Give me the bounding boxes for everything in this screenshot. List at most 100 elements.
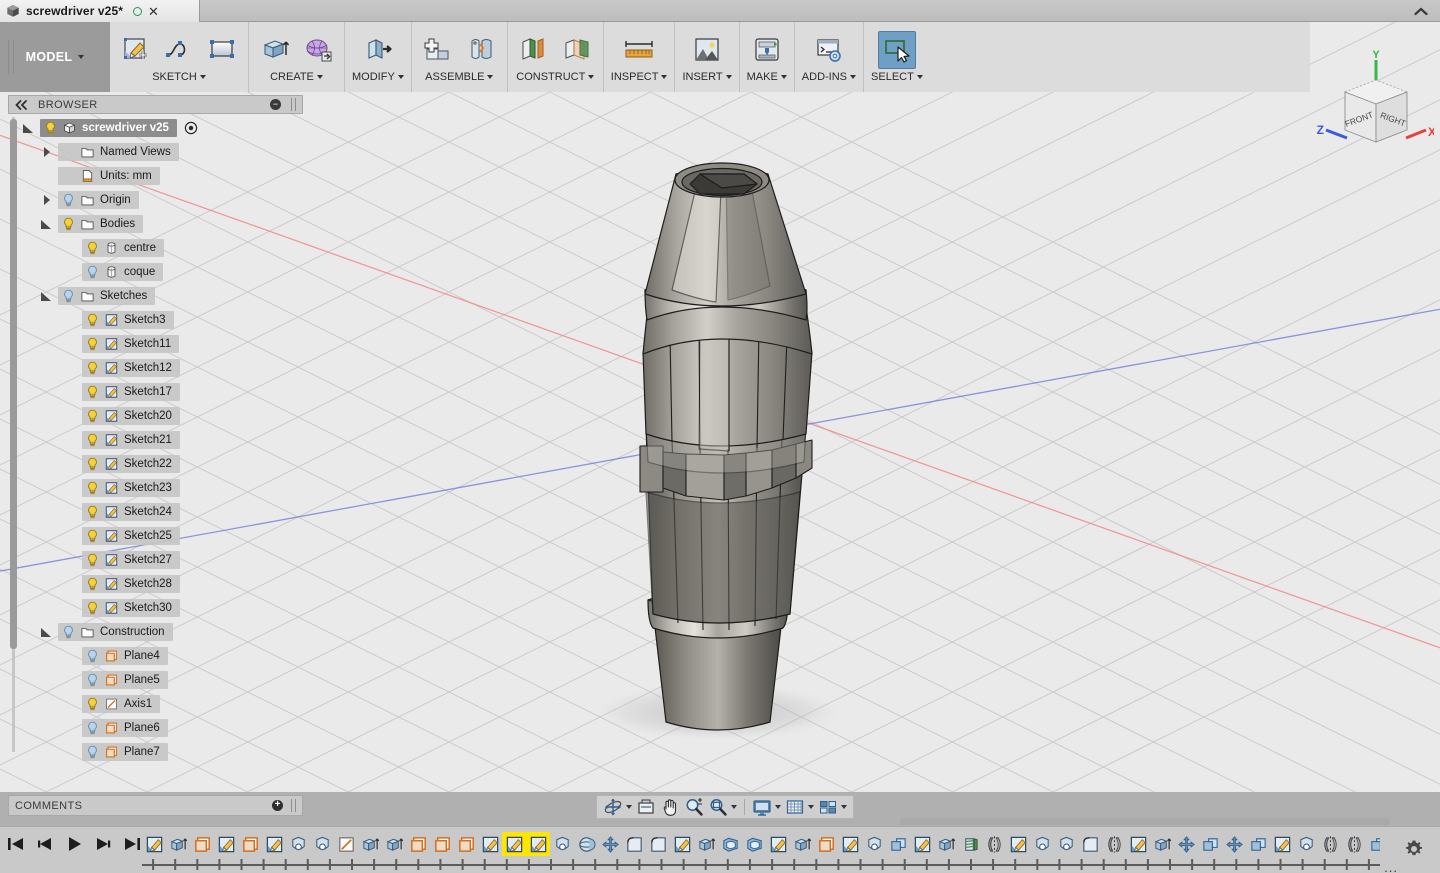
tree-node-sketch28[interactable]: Sketch28 — [64, 572, 303, 596]
tree-node-chip[interactable]: Axis1 — [82, 695, 161, 713]
lightbulb-on-icon[interactable] — [86, 385, 99, 400]
create-sketch-icon[interactable] — [117, 31, 155, 69]
tree-node-centre[interactable]: centre — [64, 236, 303, 260]
timeline-feature-40[interactable] — [1102, 832, 1126, 856]
tree-node-sketch30[interactable]: Sketch30 — [64, 596, 303, 620]
tree-node-coque[interactable]: coque — [64, 260, 303, 284]
fit-icon[interactable] — [706, 796, 739, 818]
timeline-feature-23[interactable] — [694, 832, 718, 856]
tree-node-named-views[interactable]: Named Views — [40, 140, 303, 164]
ribbon-panel-label[interactable]: SKETCH — [152, 71, 206, 83]
timeline-feature-0[interactable] — [142, 832, 166, 856]
tree-node-chip[interactable]: centre — [82, 239, 164, 257]
display-settings-icon[interactable] — [750, 796, 783, 818]
gear-icon[interactable] — [1404, 839, 1424, 864]
grid-snaps-icon[interactable] — [783, 796, 816, 818]
step-forward-icon[interactable] — [93, 835, 113, 853]
plane-at-angle-icon[interactable] — [558, 31, 596, 69]
insert-image-icon[interactable] — [688, 31, 726, 69]
timeline-feature-8[interactable] — [334, 832, 358, 856]
lightbulb-on-icon[interactable] — [86, 313, 99, 328]
lightbulb-off-icon[interactable] — [86, 721, 99, 736]
timeline-feature-41[interactable] — [1126, 832, 1150, 856]
go-to-end-icon[interactable] — [122, 835, 142, 853]
document-tab[interactable]: screwdriver v25* ✕ — [0, 0, 200, 22]
close-icon[interactable]: ✕ — [148, 5, 159, 18]
tree-node-chip[interactable]: Sketch21 — [82, 431, 180, 449]
lightbulb-on-icon[interactable] — [86, 241, 99, 256]
timeline-feature-49[interactable] — [1318, 832, 1342, 856]
timeline-feature-31[interactable] — [886, 832, 910, 856]
timeline-feature-48[interactable] — [1294, 832, 1318, 856]
joint-icon[interactable] — [462, 31, 500, 69]
timeline-feature-2[interactable] — [190, 832, 214, 856]
timeline-feature-22[interactable] — [670, 832, 694, 856]
tree-node-bodies[interactable]: Bodies — [40, 212, 303, 236]
twisty-collapsed-icon[interactable] — [40, 145, 54, 159]
tree-node-screwdriver-v25[interactable]: screwdriver v25 — [22, 116, 303, 140]
lightbulb-on-icon[interactable] — [62, 217, 75, 232]
tree-node-sketch20[interactable]: Sketch20 — [64, 404, 303, 428]
minus-circle-icon[interactable]: − — [270, 99, 281, 110]
tree-node-chip[interactable]: Units: mm — [58, 167, 160, 185]
viewport-horizontal-scrollbar[interactable] — [900, 818, 1390, 825]
timeline-feature-13[interactable] — [454, 832, 478, 856]
comments-resize-grip[interactable] — [291, 799, 296, 812]
go-to-beginning-icon[interactable] — [6, 835, 26, 853]
lightbulb-on-icon[interactable] — [86, 409, 99, 424]
timeline-feature-47[interactable] — [1270, 832, 1294, 856]
timeline-feature-25[interactable] — [742, 832, 766, 856]
view-cube[interactable]: Y Z X FRONT RIGHT — [1314, 46, 1436, 166]
browser-resize-grip[interactable] — [291, 98, 296, 111]
tree-node-chip[interactable]: Sketch17 — [82, 383, 180, 401]
timeline-feature-33[interactable] — [934, 832, 958, 856]
lightbulb-on-icon[interactable] — [86, 553, 99, 568]
timeline-feature-4[interactable] — [238, 832, 262, 856]
ribbon-panel-label[interactable]: INSPECT — [611, 71, 668, 83]
tree-node-sketch23[interactable]: Sketch23 — [64, 476, 303, 500]
tree-node-chip[interactable]: Sketch23 — [82, 479, 180, 497]
tree-node-chip[interactable]: Sketch30 — [82, 599, 180, 617]
timeline-feature-14[interactable] — [478, 832, 502, 856]
timeline-feature-21[interactable] — [646, 832, 670, 856]
lightbulb-on-icon[interactable] — [86, 457, 99, 472]
timeline-feature-18[interactable] — [574, 832, 598, 856]
timeline-feature-15[interactable] — [502, 832, 526, 856]
measure-icon[interactable] — [620, 31, 658, 69]
timeline-feature-32[interactable] — [910, 832, 934, 856]
timeline-feature-29[interactable] — [838, 832, 862, 856]
lightbulb-on-icon[interactable] — [86, 433, 99, 448]
timeline-feature-5[interactable] — [262, 832, 286, 856]
3d-print-icon[interactable] — [748, 31, 786, 69]
timeline-feature-11[interactable] — [406, 832, 430, 856]
timeline-feature-39[interactable] — [1078, 832, 1102, 856]
step-back-icon[interactable] — [35, 835, 55, 853]
twisty-expanded-icon[interactable] — [22, 121, 36, 135]
orbit-icon[interactable] — [601, 796, 634, 818]
tree-node-chip[interactable]: Plane6 — [82, 719, 168, 737]
ribbon-panel-label[interactable]: SELECT — [871, 71, 923, 83]
timeline-feature-1[interactable] — [166, 832, 190, 856]
tree-node-chip[interactable]: Construction — [58, 623, 173, 641]
lightbulb-off-icon[interactable] — [62, 625, 75, 640]
extrude-icon[interactable] — [256, 31, 294, 69]
offset-plane-icon[interactable] — [515, 31, 553, 69]
tree-node-plane5[interactable]: Plane5 — [64, 668, 303, 692]
lightbulb-on-icon[interactable] — [86, 601, 99, 616]
lightbulb-off-icon[interactable] — [62, 193, 75, 208]
tree-node-chip[interactable]: Sketches — [58, 287, 156, 305]
lightbulb-on-icon[interactable] — [86, 529, 99, 544]
tree-node-sketch11[interactable]: Sketch11 — [64, 332, 303, 356]
tree-node-sketch21[interactable]: Sketch21 — [64, 428, 303, 452]
timeline-feature-36[interactable] — [1006, 832, 1030, 856]
timeline-feature-19[interactable] — [598, 832, 622, 856]
timeline-feature-24[interactable] — [718, 832, 742, 856]
comments-panel[interactable]: COMMENTS + — [8, 795, 303, 816]
new-component-icon[interactable] — [419, 31, 457, 69]
timeline-feature-46[interactable] — [1246, 832, 1270, 856]
tree-node-chip[interactable]: Plane5 — [82, 671, 168, 689]
timeline-feature-35[interactable] — [982, 832, 1006, 856]
timeline-feature-34[interactable] — [958, 832, 982, 856]
timeline-feature-16[interactable] — [526, 832, 550, 856]
select-cursor-icon[interactable] — [877, 31, 916, 69]
